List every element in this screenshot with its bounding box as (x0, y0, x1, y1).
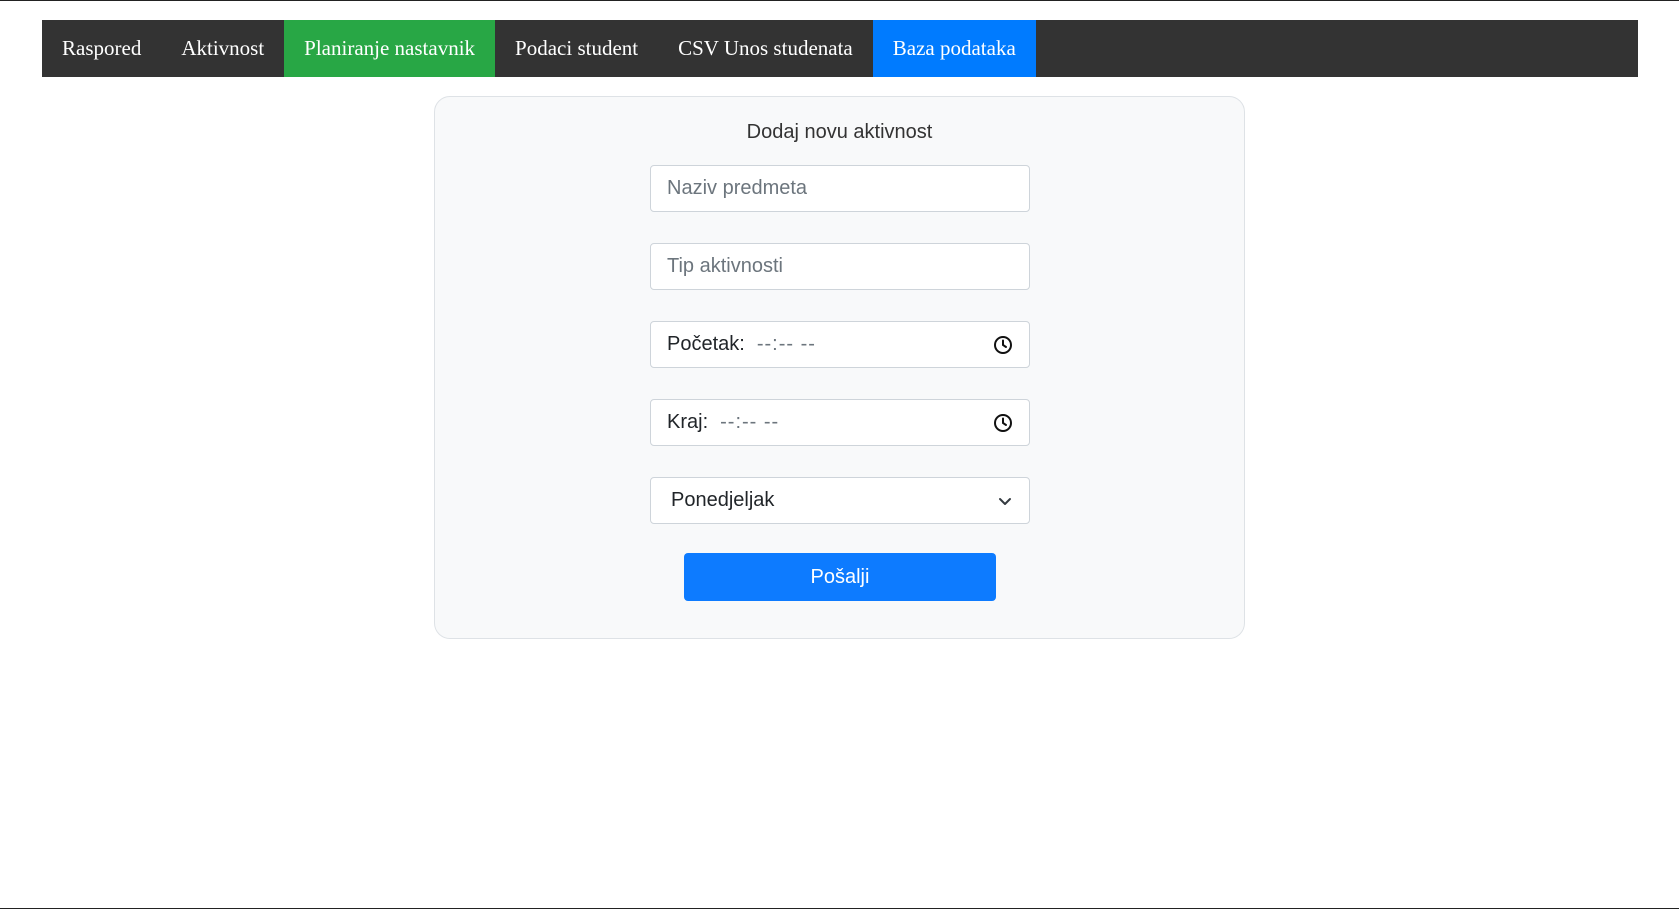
end-time-input[interactable]: Kraj: --:-- -- (650, 399, 1030, 446)
nav-item-podaci-student[interactable]: Podaci student (495, 20, 658, 77)
clock-icon[interactable] (993, 335, 1013, 355)
subject-name-input[interactable]: Naziv predmeta (650, 165, 1030, 212)
nav-item-aktivnost[interactable]: Aktivnost (161, 20, 284, 77)
add-activity-form: Dodaj novu aktivnost Naziv predmeta Tip … (434, 96, 1245, 639)
day-select[interactable]: Ponedjeljak (650, 477, 1030, 524)
main-navbar: Raspored Aktivnost Planiranje nastavnik … (42, 20, 1638, 77)
end-time-label: Kraj: (667, 411, 709, 433)
day-select-value: Ponedjeljak (671, 489, 775, 511)
nav-item-planiranje-nastavnik[interactable]: Planiranje nastavnik (284, 20, 496, 77)
submit-button[interactable]: Pošalji (684, 553, 996, 601)
clock-icon[interactable] (993, 413, 1013, 433)
activity-type-input[interactable]: Tip aktivnosti (650, 243, 1030, 290)
subject-name-placeholder: Naziv predmeta (667, 177, 808, 199)
form-title: Dodaj novu aktivnost (746, 121, 933, 143)
activity-type-placeholder: Tip aktivnosti (667, 255, 783, 277)
start-time-input[interactable]: Početak: --:-- -- (650, 321, 1030, 368)
nav-item-raspored[interactable]: Raspored (42, 20, 161, 77)
nav-item-baza-podataka[interactable]: Baza podataka (872, 20, 1036, 77)
start-time-label: Početak: (667, 333, 745, 355)
start-time-value: --:-- -- (756, 333, 816, 355)
chevron-down-icon (997, 493, 1013, 509)
end-time-value: --:-- -- (720, 411, 780, 433)
nav-item-csv-unos-studenata[interactable]: CSV Unos studenata (658, 20, 873, 77)
